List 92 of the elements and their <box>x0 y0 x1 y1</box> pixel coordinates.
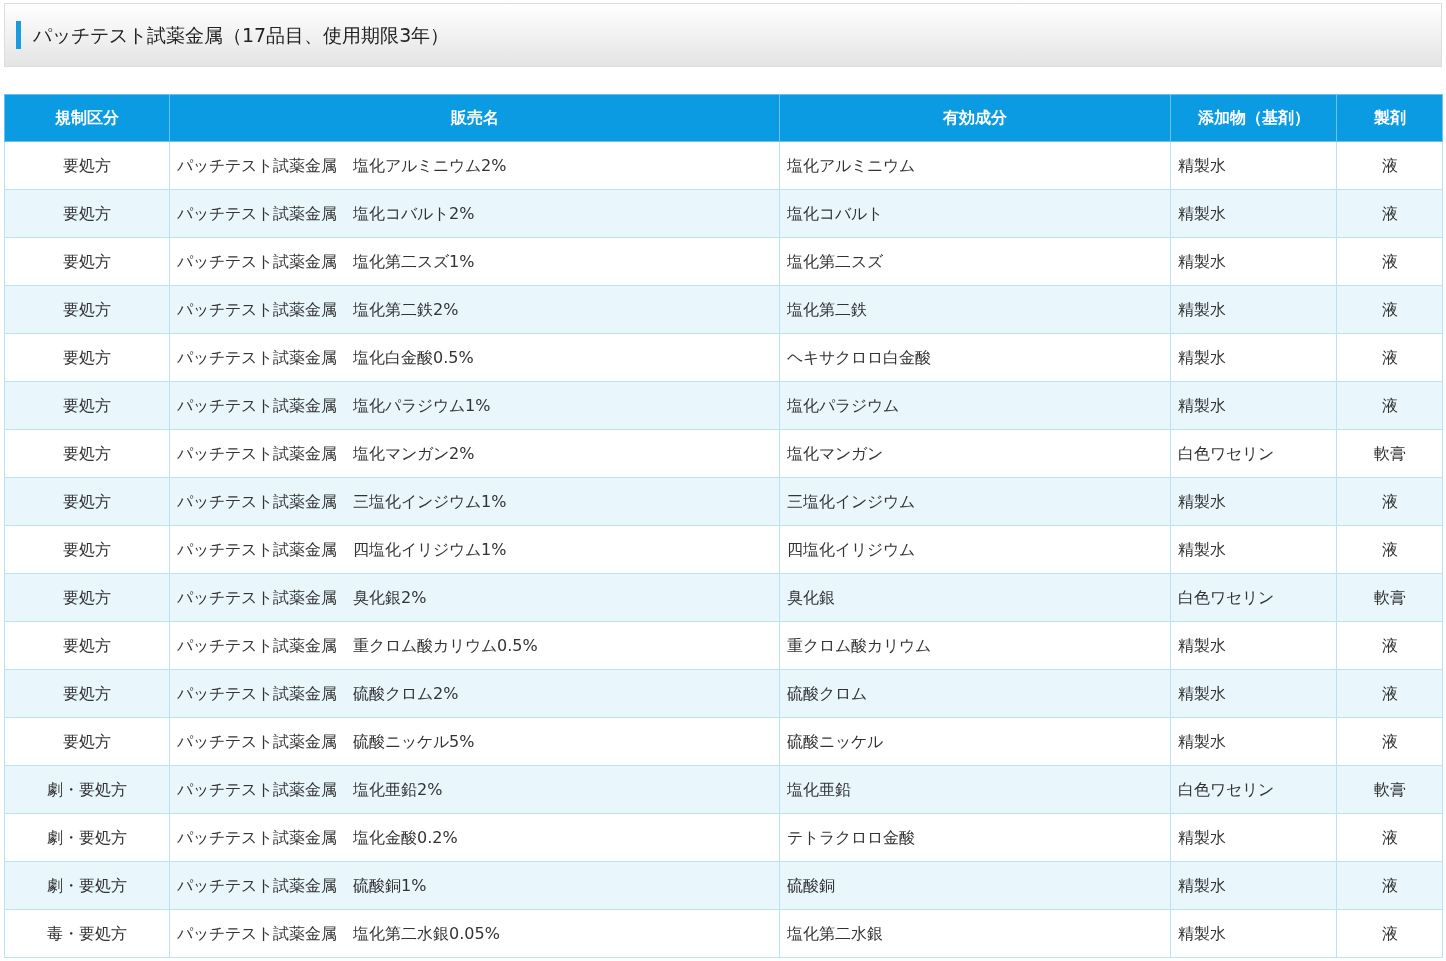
table-cell: パッチテスト試薬金属 硫酸クロム2% <box>169 669 780 718</box>
table-cell: パッチテスト試薬金属 硫酸ニッケル5% <box>169 717 780 766</box>
table-cell: パッチテスト試薬金属 硫酸銅1% <box>169 861 780 910</box>
table-cell: 精製水 <box>1170 381 1337 430</box>
table-cell: 劇・要処方 <box>4 861 170 910</box>
table-cell: 要処方 <box>4 477 170 526</box>
table-cell: 軟膏 <box>1336 573 1443 622</box>
table-cell: 軟膏 <box>1336 765 1443 814</box>
table-cell: 劇・要処方 <box>4 765 170 814</box>
table-cell: パッチテスト試薬金属 塩化第二スズ1% <box>169 237 780 286</box>
table-cell: 精製水 <box>1170 525 1337 574</box>
table-cell: パッチテスト試薬金属 臭化銀2% <box>169 573 780 622</box>
table-cell: パッチテスト試薬金属 三塩化インジウム1% <box>169 477 780 526</box>
table-cell: テトラクロロ金酸 <box>779 813 1171 862</box>
table-cell: 液 <box>1336 813 1443 862</box>
table-cell: 硫酸クロム <box>779 669 1171 718</box>
table-cell: 液 <box>1336 669 1443 718</box>
table-cell: 要処方 <box>4 381 170 430</box>
table-cell: 精製水 <box>1170 669 1337 718</box>
table-cell: 白色ワセリン <box>1170 429 1337 478</box>
table-cell: 三塩化インジウム <box>779 477 1171 526</box>
table-cell: 臭化銀 <box>779 573 1171 622</box>
table-cell: 要処方 <box>4 525 170 574</box>
table-cell: 液 <box>1336 477 1443 526</box>
table-cell: 塩化マンガン <box>779 429 1171 478</box>
table-cell: 要処方 <box>4 189 170 238</box>
table-cell: 液 <box>1336 909 1443 958</box>
table-cell: 液 <box>1336 717 1443 766</box>
table-cell: 毒・要処方 <box>4 909 170 958</box>
table-cell: パッチテスト試薬金属 四塩化イリジウム1% <box>169 525 780 574</box>
table-cell: 精製水 <box>1170 237 1337 286</box>
table-cell: パッチテスト試薬金属 塩化亜鉛2% <box>169 765 780 814</box>
table-cell: パッチテスト試薬金属 塩化アルミニウム2% <box>169 141 780 190</box>
table-cell: 硫酸ニッケル <box>779 717 1171 766</box>
table-cell: 塩化亜鉛 <box>779 765 1171 814</box>
table-cell: ヘキサクロロ白金酸 <box>779 333 1171 382</box>
table-cell: 塩化第二スズ <box>779 237 1171 286</box>
table-cell: 精製水 <box>1170 861 1337 910</box>
table-cell: 塩化アルミニウム <box>779 141 1171 190</box>
table-cell: パッチテスト試薬金属 塩化コバルト2% <box>169 189 780 238</box>
table-cell: 精製水 <box>1170 621 1337 670</box>
table-cell: 精製水 <box>1170 285 1337 334</box>
table-cell: 精製水 <box>1170 477 1337 526</box>
table-cell: 精製水 <box>1170 141 1337 190</box>
table-cell: 要処方 <box>4 285 170 334</box>
table-cell: 白色ワセリン <box>1170 765 1337 814</box>
table-cell: 精製水 <box>1170 333 1337 382</box>
table-cell: 液 <box>1336 285 1443 334</box>
table-cell: 要処方 <box>4 237 170 286</box>
table-cell: パッチテスト試薬金属 塩化金酸0.2% <box>169 813 780 862</box>
table-cell: パッチテスト試薬金属 塩化第二鉄2% <box>169 285 780 334</box>
table-cell: 液 <box>1336 861 1443 910</box>
table-cell: パッチテスト試薬金属 塩化第二水銀0.05% <box>169 909 780 958</box>
table-cell: 精製水 <box>1170 813 1337 862</box>
table-cell: 要処方 <box>4 573 170 622</box>
table-cell: 重クロム酸カリウム <box>779 621 1171 670</box>
table-cell: 塩化コバルト <box>779 189 1171 238</box>
table-cell: 軟膏 <box>1336 429 1443 478</box>
table-cell: 液 <box>1336 525 1443 574</box>
table-cell: 塩化第二水銀 <box>779 909 1171 958</box>
table-cell: 劇・要処方 <box>4 813 170 862</box>
table-cell: 液 <box>1336 141 1443 190</box>
table-cell: パッチテスト試薬金属 重クロム酸カリウム0.5% <box>169 621 780 670</box>
table-cell: 液 <box>1336 333 1443 382</box>
table-cell: 液 <box>1336 381 1443 430</box>
table-cell: 液 <box>1336 621 1443 670</box>
table-cell: 精製水 <box>1170 189 1337 238</box>
table-cell: 液 <box>1336 237 1443 286</box>
table-cell: 精製水 <box>1170 717 1337 766</box>
column-header: 販売名 <box>169 94 780 142</box>
column-header: 添加物（基剤） <box>1170 94 1337 142</box>
table-cell: 塩化第二鉄 <box>779 285 1171 334</box>
column-header: 規制区分 <box>4 94 170 142</box>
table-cell: 要処方 <box>4 717 170 766</box>
table-cell: 白色ワセリン <box>1170 573 1337 622</box>
table-cell: 要処方 <box>4 333 170 382</box>
table-cell: 要処方 <box>4 669 170 718</box>
table-cell: 要処方 <box>4 429 170 478</box>
table-cell: パッチテスト試薬金属 塩化マンガン2% <box>169 429 780 478</box>
table-cell: 液 <box>1336 189 1443 238</box>
table-cell: パッチテスト試薬金属 塩化パラジウム1% <box>169 381 780 430</box>
column-header: 有効成分 <box>779 94 1171 142</box>
table-cell: 四塩化イリジウム <box>779 525 1171 574</box>
table-cell: パッチテスト試薬金属 塩化白金酸0.5% <box>169 333 780 382</box>
table-cell: 要処方 <box>4 141 170 190</box>
table-cell: 硫酸銅 <box>779 861 1171 910</box>
table-cell: 要処方 <box>4 621 170 670</box>
column-header: 製剤 <box>1336 94 1443 142</box>
accent-bar <box>16 21 21 49</box>
page-title: パッチテスト試薬金属（17品目、使用期限3年） <box>33 22 450 48</box>
table-cell: 塩化パラジウム <box>779 381 1171 430</box>
table-cell: 精製水 <box>1170 909 1337 958</box>
